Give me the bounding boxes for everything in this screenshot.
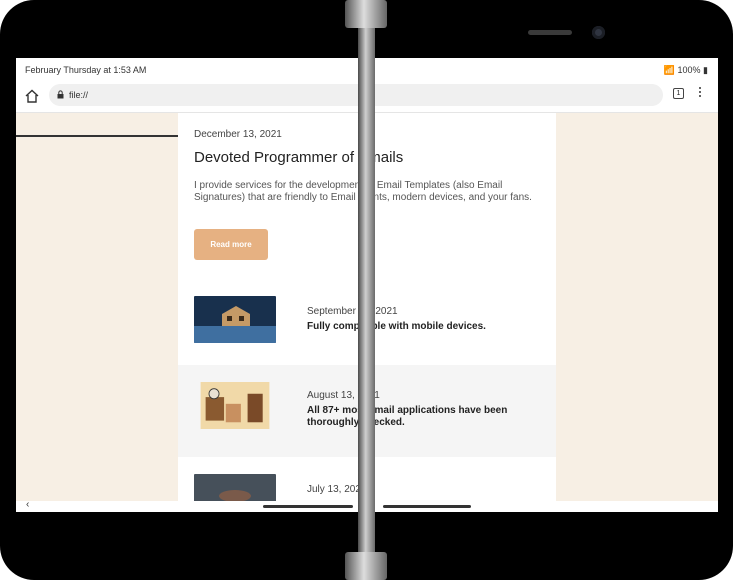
device-hinge (358, 0, 375, 580)
tab-switcher-button[interactable]: 1 (673, 88, 684, 99)
article-thumbnail-house (194, 296, 276, 343)
battery-level: 100% (677, 65, 701, 75)
article-thumbnail-gifts (200, 382, 270, 429)
article-title: All 87+ most email applications have bee… (307, 405, 508, 428)
home-icon[interactable] (24, 88, 40, 104)
speaker-grille (528, 30, 572, 35)
back-chevron-icon[interactable]: ‹ (26, 499, 29, 510)
status-datetime: February Thursday at 1:53 AM (25, 65, 147, 75)
dual-screen-device: February Thursday at 1:53 AM 📶 100% ▮ fi… (0, 0, 733, 580)
battery-icon: ▮ (703, 65, 708, 75)
gesture-handle-left[interactable] (263, 505, 353, 508)
status-indicators: 📶 100% ▮ (664, 65, 708, 76)
article-title: Fully compatible with mobile devices. (307, 321, 486, 332)
lock-icon (57, 90, 64, 99)
gesture-handle-right[interactable] (383, 505, 471, 508)
signal-icon: 📶 (663, 65, 675, 75)
read-more-button[interactable]: Read more (194, 229, 268, 260)
hinge-bottom-cap (345, 552, 387, 580)
featured-date: December 13, 2021 (194, 129, 282, 140)
article-date: September 13, 2021 (307, 306, 398, 317)
url-text: file:// (69, 90, 89, 100)
camera-icon (592, 26, 605, 39)
more-menu-icon[interactable] (696, 87, 704, 101)
article-thumbnail-partial (194, 474, 276, 501)
address-bar[interactable]: file:// (49, 84, 663, 106)
hinge-top-cap (345, 0, 387, 28)
